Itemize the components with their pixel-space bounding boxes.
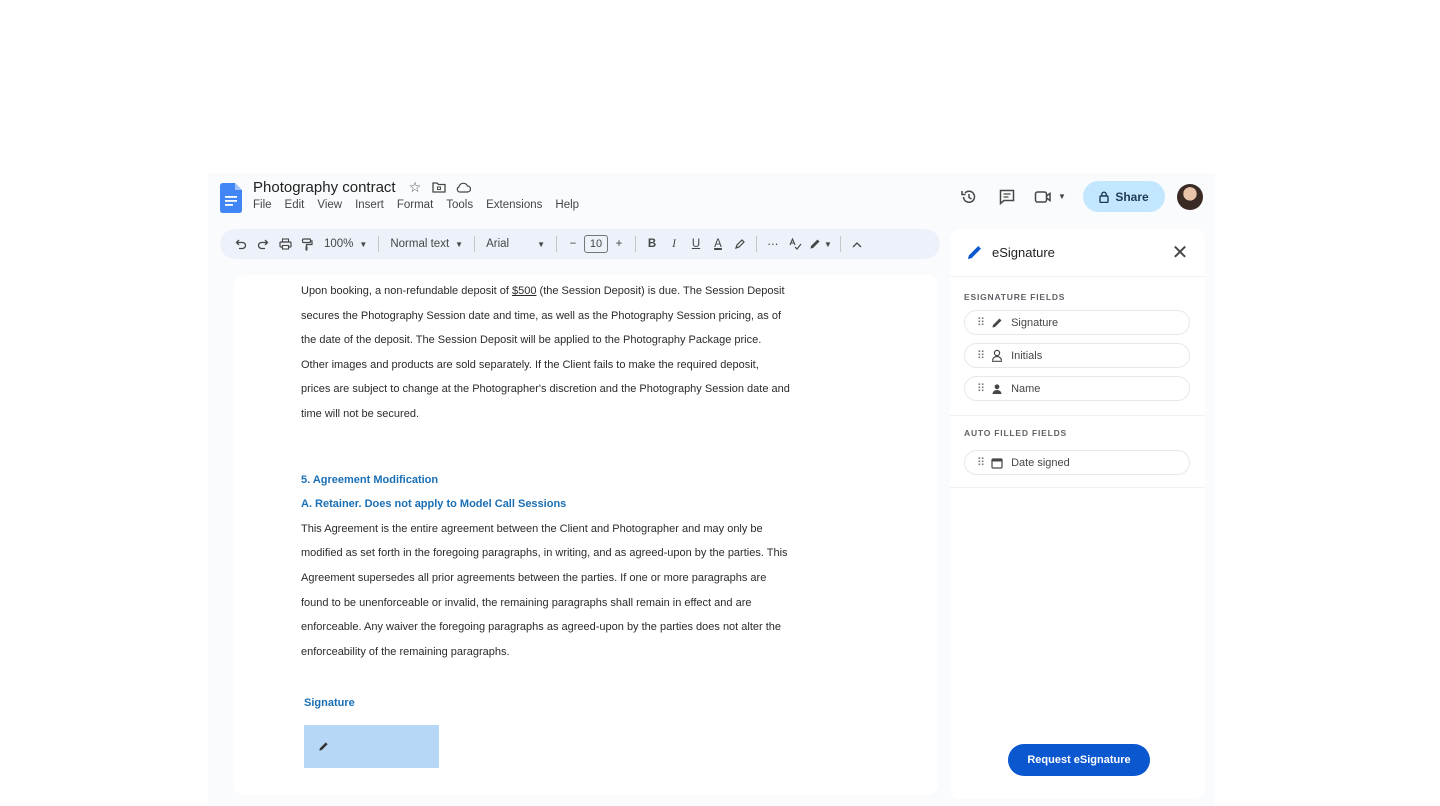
cloud-saved-icon[interactable] xyxy=(455,179,471,195)
move-folder-icon[interactable] xyxy=(431,179,447,195)
font-size-input[interactable]: 10 xyxy=(584,235,608,253)
section-subheading: A. Retainer. Does not apply to Model Cal… xyxy=(301,498,567,511)
zoom-select[interactable]: 100% ▼ xyxy=(318,238,373,250)
version-history-icon[interactable] xyxy=(955,183,983,211)
chevron-down-icon: ▼ xyxy=(824,239,832,249)
title-icons: ☆ xyxy=(407,179,471,195)
drag-handle-icon[interactable]: ⠿ xyxy=(977,349,985,362)
document-page[interactable]: Upon booking, a non-refundable deposit o… xyxy=(234,275,938,795)
paragraph-deposit: Upon booking, a non-refundable deposit o… xyxy=(301,279,791,427)
menu-file[interactable]: File xyxy=(253,199,272,211)
deposit-amount: $500 xyxy=(512,285,537,297)
document-body[interactable]: Upon booking, a non-refundable deposit o… xyxy=(301,279,791,664)
calendar-icon xyxy=(991,457,1003,469)
toolbar-divider xyxy=(839,236,841,252)
menu-format[interactable]: Format xyxy=(397,199,433,211)
menu-help[interactable]: Help xyxy=(555,199,579,211)
menu-tools[interactable]: Tools xyxy=(446,199,473,211)
paint-format-icon[interactable] xyxy=(296,233,318,255)
pen-icon xyxy=(992,318,1002,327)
docs-app-window: Photography contract ☆ File Edit View In… xyxy=(208,173,1215,806)
font-select[interactable]: Arial ▼ xyxy=(480,238,551,250)
esignature-fields-label: ESIGNATURE FIELDS xyxy=(964,292,1066,302)
menu-insert[interactable]: Insert xyxy=(355,199,384,211)
menu-view[interactable]: View xyxy=(317,199,342,211)
share-button[interactable]: Share xyxy=(1083,181,1165,212)
menu-extensions[interactable]: Extensions xyxy=(486,199,542,211)
initials-field[interactable]: ⠿ Initials xyxy=(964,343,1190,368)
panel-title: eSignature xyxy=(992,245,1055,260)
date-signed-field[interactable]: ⠿ Date signed xyxy=(964,450,1190,475)
editing-mode-icon[interactable]: ▼ xyxy=(806,233,835,255)
panel-header: eSignature ✕ xyxy=(950,229,1205,277)
drag-handle-icon[interactable]: ⠿ xyxy=(977,316,985,329)
signature-field-placeholder[interactable] xyxy=(304,725,439,768)
field-label: Initials xyxy=(1011,349,1043,362)
paragraph-text: (the Session Deposit) is due. The Sessio… xyxy=(301,285,790,420)
close-icon[interactable]: ✕ xyxy=(1169,241,1191,264)
text-color-icon[interactable]: A xyxy=(707,233,729,255)
field-label: Name xyxy=(1011,382,1041,395)
toolbar-divider xyxy=(635,236,636,252)
highlight-icon[interactable] xyxy=(729,233,751,255)
paragraph-modification: This Agreement is the entire agreement b… xyxy=(301,522,788,658)
menu-edit[interactable]: Edit xyxy=(285,199,305,211)
header-actions: ▼ Share xyxy=(955,181,1203,212)
zoom-value: 100% xyxy=(324,238,354,250)
signature-heading: Signature xyxy=(304,697,355,709)
print-icon[interactable] xyxy=(274,233,296,255)
toolbar-divider xyxy=(474,236,476,252)
comments-icon[interactable] xyxy=(993,183,1021,211)
more-options-icon[interactable]: ⋯ xyxy=(762,233,784,255)
signature-field[interactable]: ⠿ Signature xyxy=(964,310,1190,335)
decrease-font-size-button[interactable]: − xyxy=(562,233,584,255)
lock-icon xyxy=(1099,191,1110,203)
paragraph-text: Upon booking, a non-refundable deposit o… xyxy=(301,285,512,297)
paragraph-style-select[interactable]: Normal text ▼ xyxy=(384,238,469,250)
request-esignature-button[interactable]: Request eSignature xyxy=(1008,744,1150,776)
drag-handle-icon[interactable]: ⠿ xyxy=(977,382,985,395)
redo-icon[interactable] xyxy=(252,233,274,255)
avatar[interactable] xyxy=(1177,183,1203,210)
toolbar-divider xyxy=(556,236,557,252)
section-divider xyxy=(950,487,1205,488)
increase-font-size-button[interactable]: + xyxy=(608,233,630,255)
italic-icon[interactable]: I xyxy=(663,233,685,255)
pen-icon xyxy=(319,742,328,751)
section-divider xyxy=(950,415,1205,416)
field-label: Date signed xyxy=(1011,456,1070,469)
esignature-pen-icon xyxy=(968,245,981,259)
name-field[interactable]: ⠿ Name xyxy=(964,376,1190,401)
bold-icon[interactable]: B xyxy=(641,233,663,255)
chevron-down-icon: ▼ xyxy=(1058,192,1066,201)
share-label: Share xyxy=(1115,189,1149,204)
auto-filled-fields-label: AUTO FILLED FIELDS xyxy=(964,428,1068,438)
spellcheck-icon[interactable] xyxy=(784,233,806,255)
font-value: Arial xyxy=(486,238,510,250)
field-label: Signature xyxy=(1011,316,1059,329)
section-heading: 5. Agreement Modification xyxy=(301,473,439,486)
chevron-down-icon: ▼ xyxy=(455,239,464,249)
meet-icon[interactable]: ▼ xyxy=(1031,183,1069,211)
drag-handle-icon[interactable]: ⠿ xyxy=(977,456,985,469)
esignature-panel: eSignature ✕ ESIGNATURE FIELDS ⠿ Signatu… xyxy=(950,229,1205,799)
toolbar-divider xyxy=(378,236,380,252)
collapse-menus-icon[interactable] xyxy=(846,233,868,255)
chevron-down-icon: ▼ xyxy=(537,239,545,249)
paragraph-style-value: Normal text xyxy=(390,238,450,250)
star-icon[interactable]: ☆ xyxy=(407,179,423,195)
initials-icon xyxy=(991,349,1003,362)
document-title[interactable]: Photography contract xyxy=(253,179,396,196)
toolbar-divider xyxy=(756,236,757,252)
person-icon xyxy=(992,383,1002,394)
undo-icon[interactable] xyxy=(230,233,252,255)
underline-icon[interactable]: U xyxy=(685,233,707,255)
chevron-down-icon: ▼ xyxy=(359,239,368,249)
menu-bar: File Edit View Insert Format Tools Exten… xyxy=(253,199,579,211)
formatting-toolbar: 100% ▼ Normal text ▼ Arial ▼ − 10 + B I … xyxy=(220,229,940,259)
docs-logo-icon[interactable] xyxy=(220,183,242,213)
